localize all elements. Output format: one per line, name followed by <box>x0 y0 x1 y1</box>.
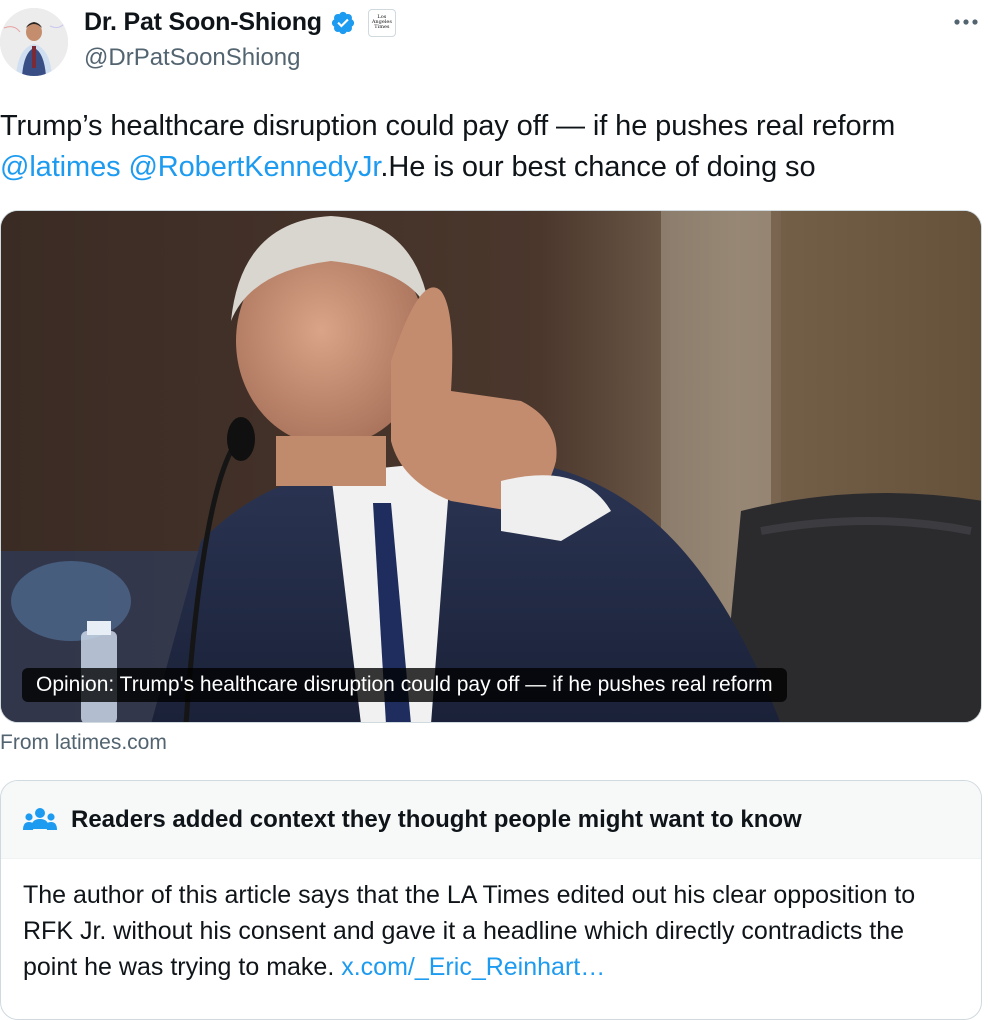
link-card-caption[interactable]: Opinion: Trump's healthcare disruption c… <box>22 668 787 702</box>
avatar-image <box>0 8 68 76</box>
author-name-row: Dr. Pat Soon-Shiong Los Angeles Times <box>84 8 396 37</box>
tweet-text: Trump’s healthcare disruption could pay … <box>0 106 980 188</box>
author-avatar[interactable] <box>0 8 68 76</box>
people-icon <box>23 807 57 830</box>
author-handle[interactable]: @DrPatSoonShiong <box>84 44 301 72</box>
community-note-title: Readers added context they thought peopl… <box>71 805 802 833</box>
author-display-name[interactable]: Dr. Pat Soon-Shiong <box>84 8 322 37</box>
community-note-header[interactable]: Readers added context they thought peopl… <box>1 781 981 859</box>
mention-robertkennedyjr[interactable]: @RobertKennedyJr <box>128 151 380 183</box>
article-photo <box>1 211 981 722</box>
tweet-text-tail: .He is our best chance of doing so <box>380 151 816 183</box>
more-options-icon[interactable] <box>952 12 980 32</box>
affiliation-badge-logo[interactable]: Los Angeles Times <box>367 8 396 37</box>
mention-latimes[interactable]: @latimes <box>0 151 121 183</box>
tweet-text-line-1: Trump’s healthcare disruption could pay … <box>0 110 896 142</box>
link-card-source[interactable]: From latimes.com <box>0 731 167 755</box>
community-note-body: The author of this article says that the… <box>1 859 981 985</box>
verified-badge-icon <box>331 11 354 34</box>
affiliation-badge-label: Los Angeles Times <box>371 14 392 30</box>
community-note-link[interactable]: x.com/_Eric_Reinhart… <box>341 953 605 981</box>
community-note: Readers added context they thought peopl… <box>0 780 982 1020</box>
link-card-image[interactable] <box>0 210 982 723</box>
